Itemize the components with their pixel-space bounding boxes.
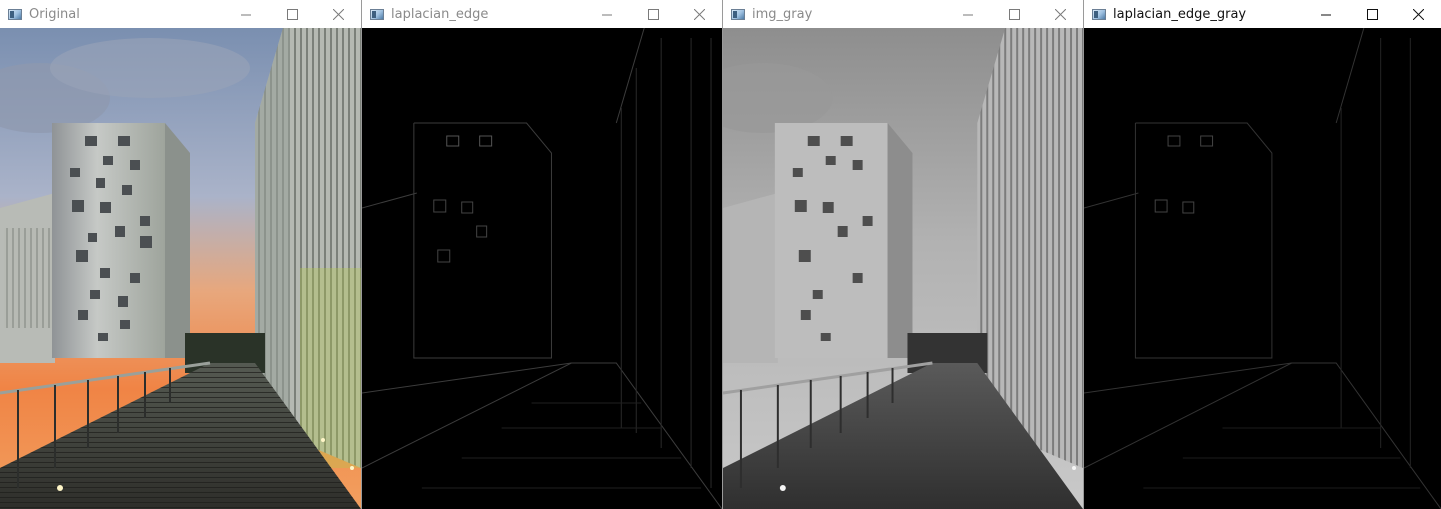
maximize-icon	[286, 8, 298, 20]
minimize-icon	[962, 14, 973, 15]
window-laplacian-edge-gray[interactable]: laplacian_edge_gray	[1083, 0, 1441, 509]
close-icon	[332, 8, 344, 20]
app-icon	[370, 8, 384, 20]
image-view-original	[0, 28, 361, 509]
minimize-icon	[240, 14, 251, 15]
maximize-icon	[647, 8, 659, 20]
maximize-button[interactable]	[991, 0, 1037, 28]
app-icon	[1092, 8, 1106, 20]
minimize-button[interactable]	[223, 0, 269, 28]
image-view-img-gray	[723, 28, 1083, 509]
close-button[interactable]	[1395, 0, 1441, 28]
window-original[interactable]: Original	[0, 0, 361, 509]
maximize-button[interactable]	[630, 0, 676, 28]
minimize-icon	[1320, 14, 1331, 15]
title-bar[interactable]: Original	[0, 0, 361, 28]
title-bar[interactable]: img_gray	[723, 0, 1083, 28]
window-title: laplacian_edge_gray	[1113, 6, 1247, 22]
image-view-laplacian-edge-gray	[1084, 28, 1441, 509]
close-icon	[1054, 8, 1066, 20]
window-title: img_gray	[752, 6, 813, 22]
title-bar[interactable]: laplacian_edge_gray	[1084, 0, 1441, 28]
window-img-gray[interactable]: img_gray	[722, 0, 1083, 509]
minimize-button[interactable]	[584, 0, 630, 28]
window-title: Original	[29, 6, 80, 22]
maximize-button[interactable]	[1349, 0, 1395, 28]
maximize-icon	[1366, 8, 1378, 20]
maximize-button[interactable]	[269, 0, 315, 28]
window-laplacian-edge[interactable]: laplacian_edge	[361, 0, 722, 509]
edge-map-image	[362, 28, 722, 509]
app-icon	[731, 8, 745, 20]
close-button[interactable]	[676, 0, 722, 28]
minimize-button[interactable]	[945, 0, 991, 28]
edge-map-gray-image	[1084, 28, 1441, 509]
window-title: laplacian_edge	[391, 6, 489, 22]
gray-scene-image	[723, 28, 1083, 509]
title-bar[interactable]: laplacian_edge	[362, 0, 722, 28]
minimize-icon	[601, 14, 612, 15]
minimize-button[interactable]	[1303, 0, 1349, 28]
close-icon	[693, 8, 705, 20]
close-button[interactable]	[315, 0, 361, 28]
app-icon	[8, 8, 22, 20]
image-view-laplacian-edge	[362, 28, 722, 509]
maximize-icon	[1008, 8, 1020, 20]
close-button[interactable]	[1037, 0, 1083, 28]
color-scene-image	[0, 28, 361, 509]
close-icon	[1412, 8, 1424, 20]
